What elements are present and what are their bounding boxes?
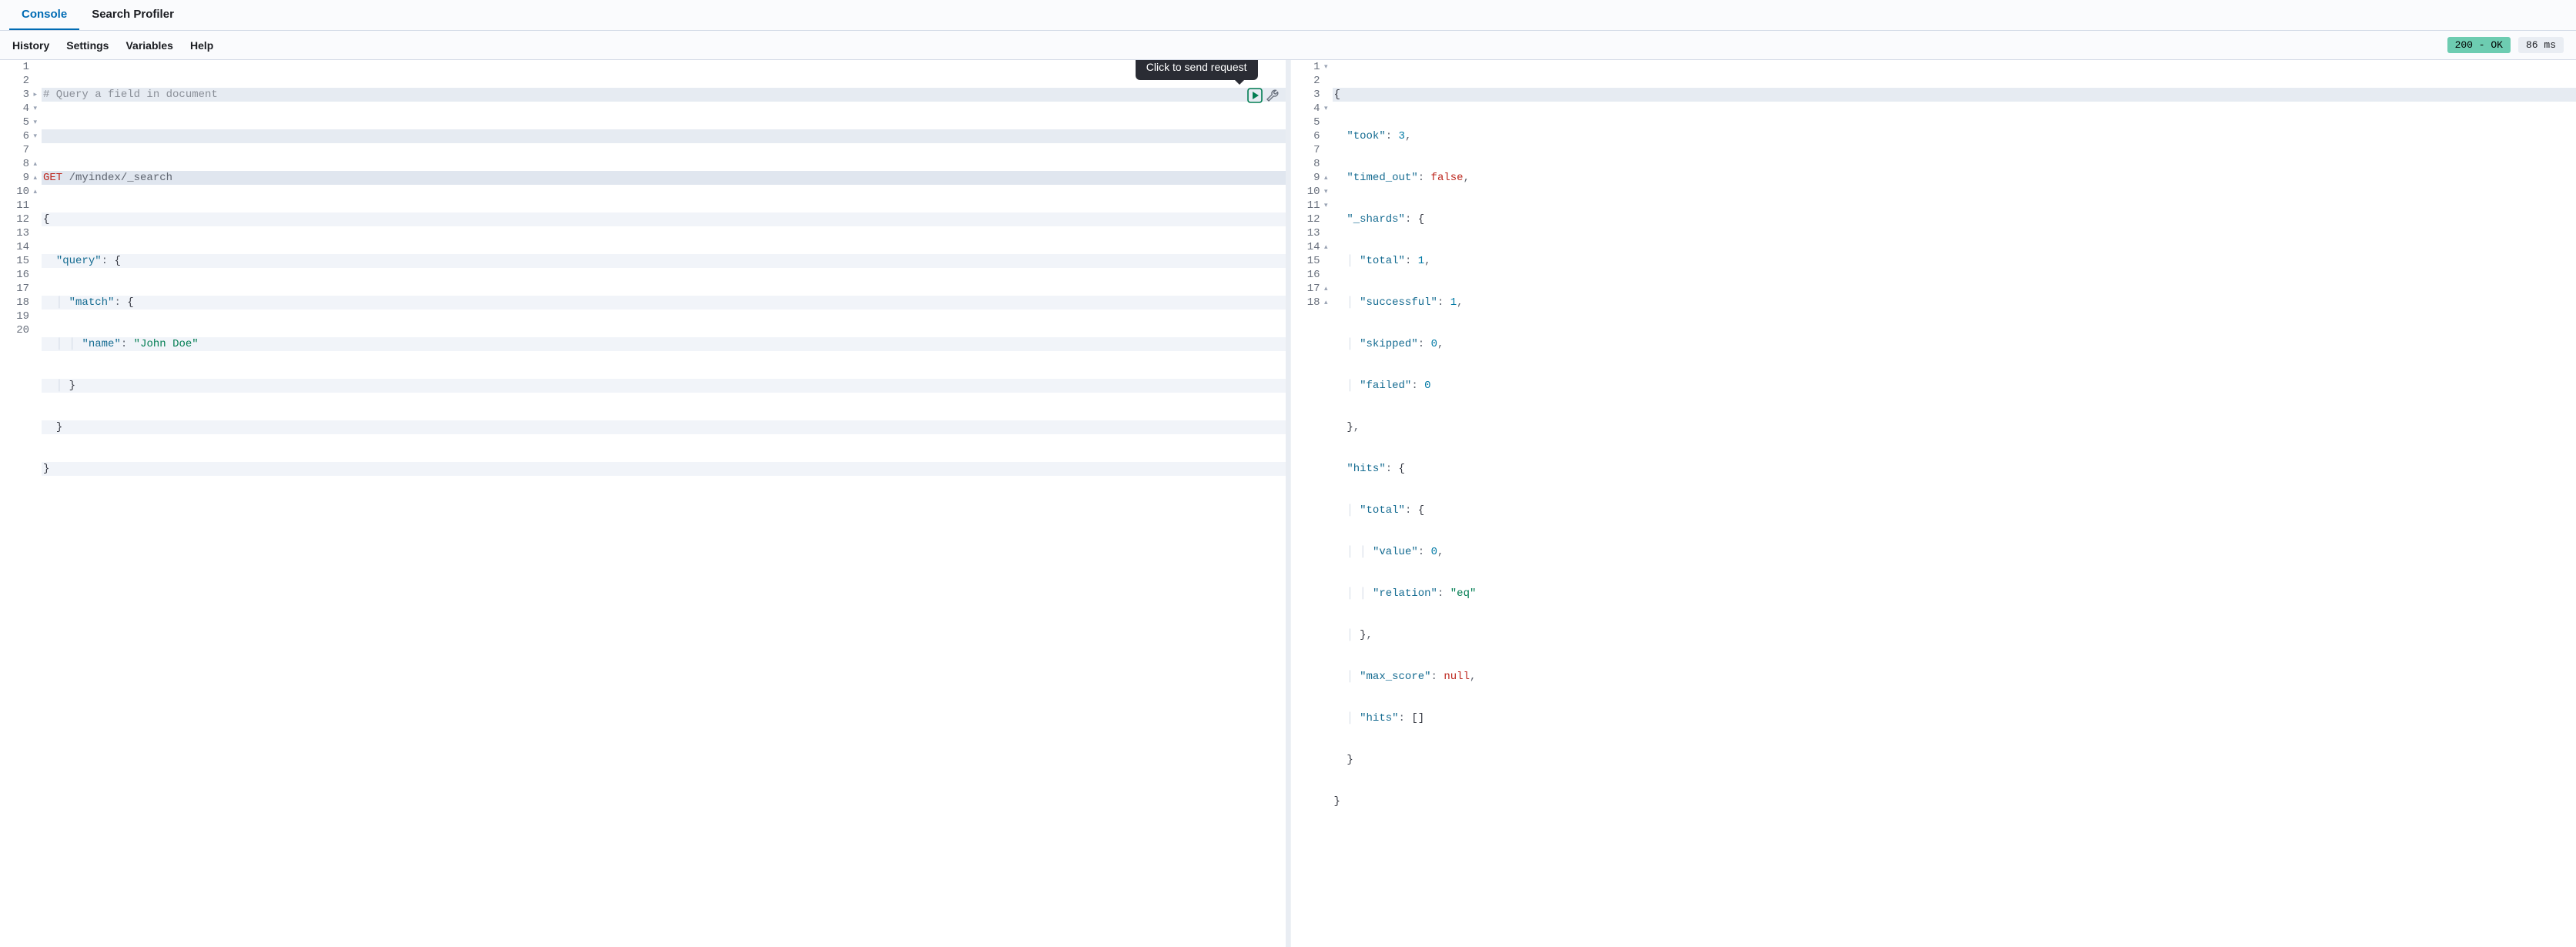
settings-link[interactable]: Settings xyxy=(66,39,109,52)
tab-console[interactable]: Console xyxy=(9,0,79,30)
request-editor[interactable]: 1 2 3▸ 4▾ 5▾ 6▾ 7 8▴ 9▴ 10▴ 11 12 13 14 … xyxy=(0,60,1290,947)
send-tooltip: Click to send request xyxy=(1136,60,1258,80)
request-code[interactable]: # Query a field in document GET /myindex… xyxy=(42,60,1286,947)
tab-search-profiler[interactable]: Search Profiler xyxy=(79,0,186,30)
variables-link[interactable]: Variables xyxy=(125,39,173,52)
wrench-icon[interactable] xyxy=(1266,89,1280,102)
history-link[interactable]: History xyxy=(12,39,49,52)
help-link[interactable]: Help xyxy=(190,39,213,52)
response-editor[interactable]: 1▾ 2 3 4▾ 5 6 7 8 9▴ 10▾ 11▾ 12 13 14▴ 1… xyxy=(1290,60,2576,947)
status-badge: 200 - OK xyxy=(2447,37,2511,53)
sub-toolbar: History Settings Variables Help 200 - OK… xyxy=(0,31,2576,59)
time-badge: 86 ms xyxy=(2518,37,2564,53)
play-icon[interactable] xyxy=(1247,88,1263,103)
editor-split: 1 2 3▸ 4▾ 5▾ 6▾ 7 8▴ 9▴ 10▴ 11 12 13 14 … xyxy=(0,59,2576,947)
response-code: { "took": 3, "timed_out": false, "_shard… xyxy=(1333,60,2576,947)
main-tabs: Console Search Profiler xyxy=(0,0,2576,31)
request-gutter: 1 2 3▸ 4▾ 5▾ 6▾ 7 8▴ 9▴ 10▴ 11 12 13 14 … xyxy=(0,60,42,947)
response-gutter: 1▾ 2 3 4▾ 5 6 7 8 9▴ 10▾ 11▾ 12 13 14▴ 1… xyxy=(1291,60,1333,947)
request-actions: Click to send request xyxy=(1247,88,1280,103)
